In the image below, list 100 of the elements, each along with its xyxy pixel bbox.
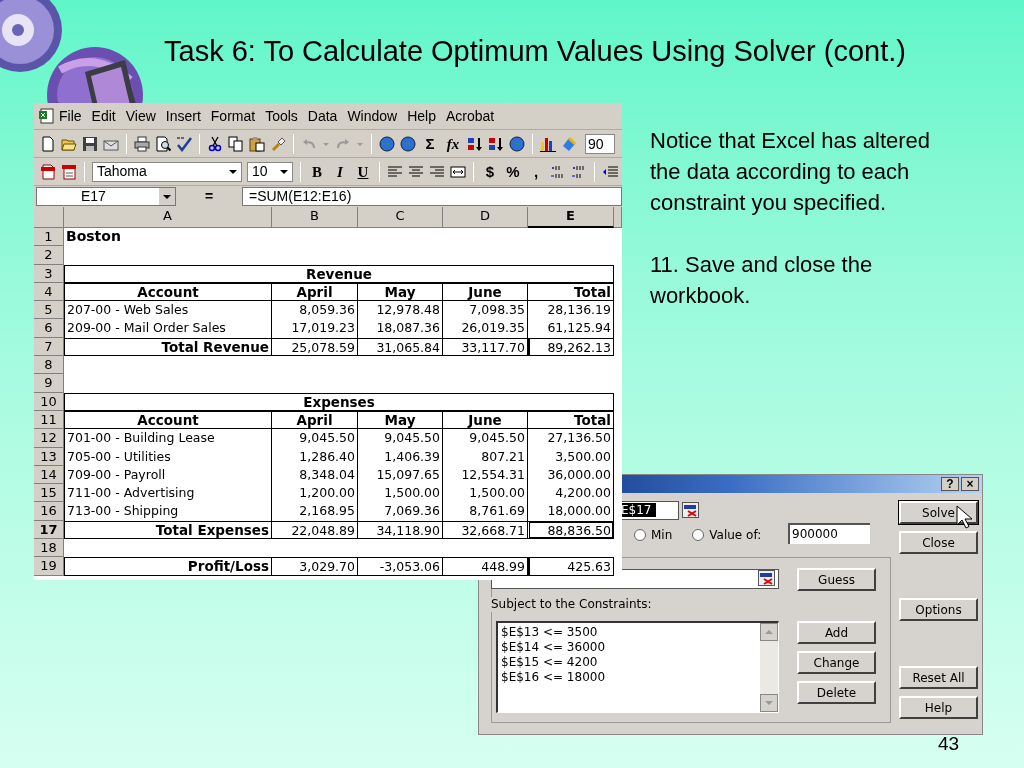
row-header[interactable]: 9 [34,374,64,393]
dialog-button[interactable]: Solve [899,501,978,524]
list-item[interactable]: $E$14 <= 36000 [501,640,760,655]
copy-icon[interactable] [228,135,244,152]
align-center-icon[interactable] [408,163,424,180]
bold-button[interactable]: B [308,162,326,181]
select-all-button[interactable] [34,207,64,228]
table-cell: 425.63 [528,557,614,576]
table-cell: 34,118.90 [358,520,443,540]
menu-item[interactable]: File [54,105,87,127]
row-header[interactable]: 16 [34,502,64,521]
merge-center-icon[interactable] [450,163,466,180]
table-cell: April [272,410,358,430]
column-header[interactable] [614,207,622,228]
autosum-button[interactable]: Σ [421,134,439,153]
radio-button[interactable] [692,529,705,541]
printer-icon[interactable] [134,135,150,152]
spelling-icon[interactable] [176,135,192,152]
menu-item[interactable]: Format [205,105,261,127]
formula-field[interactable]: =SUM(E12:E16) [242,187,622,206]
sort-ascending-icon[interactable] [467,135,483,152]
row-header[interactable]: 19 [34,557,64,576]
underline-button[interactable]: U [354,162,372,181]
indent-icon[interactable] [602,163,618,180]
dialog-button[interactable]: Reset All [899,666,978,689]
title-bar-button[interactable]: ? [941,477,959,491]
chart-icon[interactable] [540,135,556,152]
dialog-button[interactable]: Change [797,651,876,674]
row-header[interactable]: 15 [34,484,64,503]
list-item[interactable]: $E$13 <= 3500 [501,625,760,640]
row-header[interactable]: 18 [34,539,64,558]
table-cell: 1,500.00 [443,484,528,503]
globe-icon[interactable] [509,135,525,152]
save-icon[interactable] [82,135,98,152]
target-cell-field[interactable]: E$17 [620,501,679,520]
name-box[interactable]: E17 [36,187,176,206]
row-header[interactable]: 8 [34,356,64,375]
percent-button[interactable]: % [504,162,522,181]
radio-button[interactable] [634,529,646,541]
dialog-button[interactable]: Help [899,696,978,719]
comma-button[interactable]: , [527,162,545,181]
paintbrush-icon[interactable] [270,135,286,152]
column-header[interactable]: A [64,207,272,228]
align-right-icon[interactable] [429,163,445,180]
menu-item[interactable]: Data [302,105,343,127]
value-field[interactable]: 900000 [788,523,870,544]
zoom-field[interactable]: 90 [585,133,615,154]
print-preview-icon[interactable] [155,135,171,152]
collapse-dialog-icon[interactable] [682,502,699,518]
spreadsheet-icon[interactable] [38,108,54,124]
sort-descending-icon[interactable] [488,135,504,152]
row-header[interactable]: 6 [34,319,64,338]
table-cell: Revenue [64,264,614,283]
font-field[interactable]: Tahoma [92,161,242,182]
table-cell: 89,262.13 [528,337,614,357]
pdf-document-icon[interactable] [61,163,77,180]
dialog-button[interactable]: Delete [797,681,876,704]
scissors-icon[interactable] [207,135,223,152]
table-cell: 12,554.31 [443,465,528,485]
dialog-button[interactable]: Close [899,531,978,554]
table-cell: 32,668.71 [443,520,528,540]
pdf-icon[interactable] [40,163,56,180]
row-header[interactable]: 12 [34,429,64,448]
menu-item[interactable]: Insert [160,105,206,127]
menu-item[interactable]: View [120,105,161,127]
column-header[interactable]: E [528,207,614,228]
list-item[interactable]: $E$15 <= 4200 [501,655,760,670]
globe-icon[interactable] [400,135,416,152]
title-bar-button[interactable]: × [961,477,979,491]
dialog-button[interactable]: Guess [797,568,876,591]
shape-icon[interactable] [561,135,577,152]
dialog-button[interactable]: Add [797,621,876,644]
paste-icon[interactable] [249,135,265,152]
decrease-decimal-icon[interactable] [571,163,587,180]
globe-icon[interactable] [379,135,395,152]
table-cell: 207-00 - Web Sales [64,301,272,320]
collapse-dialog-icon[interactable] [758,570,775,586]
row-header[interactable]: 5 [34,301,64,320]
column-header[interactable]: C [358,207,443,228]
menu-item[interactable]: Edit [86,105,121,127]
menu-item[interactable]: Tools [260,105,303,127]
menu-item[interactable]: Window [342,105,403,127]
menu-item[interactable]: Acrobat [441,105,500,127]
row-header[interactable]: 1 [34,228,64,247]
dialog-button[interactable]: Options [899,598,978,621]
new-file-icon[interactable] [40,135,56,152]
constraints-list[interactable]: $E$13 <= 3500 $E$14 <= 36000 $E$15 <= 4200 $E$16 <= 18000 [496,621,779,713]
list-item[interactable]: $E$16 <= 18000 [501,670,760,685]
italic-button[interactable]: I [331,162,349,181]
size-field[interactable]: 10 [247,161,293,182]
align-left-icon[interactable] [387,163,403,180]
column-header[interactable]: B [272,207,358,228]
increase-decimal-icon[interactable] [550,163,566,180]
table-cell: 448.99 [443,557,528,576]
column-header[interactable]: D [443,207,528,228]
dropdown-icon[interactable] [159,188,175,205]
menu-item[interactable]: Help [402,105,441,127]
currency-button[interactable]: $ [481,162,499,181]
row-header[interactable]: 2 [34,246,64,265]
function-button[interactable]: fx [444,134,462,153]
